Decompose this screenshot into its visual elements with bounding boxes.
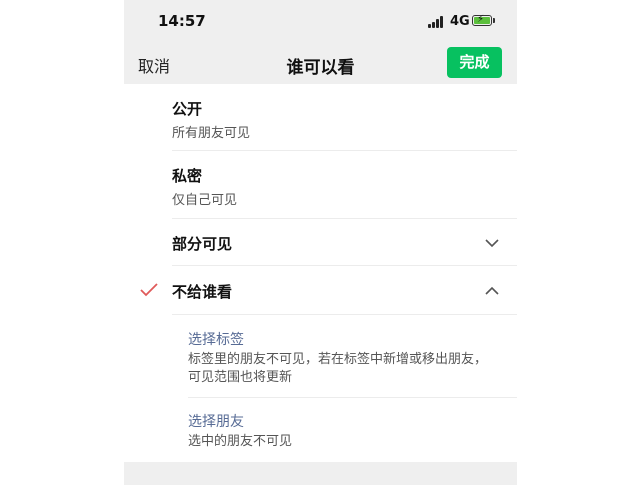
status-bar: 14:57 4G ⚡ [124,0,517,44]
option-label: 公开 [172,100,203,118]
option-hide-from[interactable]: 不给谁看 [124,266,517,314]
left-margin [0,0,124,485]
status-time: 14:57 [158,12,206,30]
option-public[interactable]: 公开 所有朋友可见 [124,84,517,150]
option-private[interactable]: 私密 仅自己可见 [124,151,517,217]
select-tags-option[interactable]: 选择标签 标签里的朋友不可见，若在标签中新增或移出朋友， 可见范围也将更新 [124,315,517,397]
right-margin [517,0,640,485]
option-label: 不给谁看 [172,283,233,301]
select-friends-option[interactable]: 选择朋友 选中的朋友不可见 [124,398,517,462]
option-partially-visible[interactable]: 部分可见 [124,219,517,265]
option-label: 私密 [172,167,203,185]
battery-nub [493,18,495,23]
bottom-area [124,462,517,485]
sub-option-description-line2: 可见范围也将更新 [188,370,293,385]
network-type: 4G [450,14,470,29]
option-description: 所有朋友可见 [172,126,251,141]
sub-option-label: 选择标签 [188,332,244,348]
battery-icon: ⚡ [472,14,492,26]
sub-option-description-line1: 标签里的朋友不可见，若在标签中新增或移出朋友， [188,352,488,367]
sub-option-description: 选中的朋友不可见 [188,434,293,449]
signal-icon [428,16,444,28]
nav-bar: 取消 谁可以看 完成 [124,44,517,84]
option-label: 部分可见 [172,235,233,253]
chevron-down-icon [485,239,499,248]
checkmark-icon [140,283,158,297]
chevron-up-icon [485,286,499,295]
visibility-options-list: 公开 所有朋友可见 私密 仅自己可见 部分可见 不给谁看 选择标签 标签里的朋友… [124,84,517,462]
phone-screen: 14:57 4G ⚡ 取消 谁可以看 完成 公开 所有朋友可见 私密 仅自己可见 [124,0,517,485]
option-description: 仅自己可见 [172,193,238,208]
sub-option-label: 选择朋友 [188,414,244,430]
done-button[interactable]: 完成 [447,47,502,78]
